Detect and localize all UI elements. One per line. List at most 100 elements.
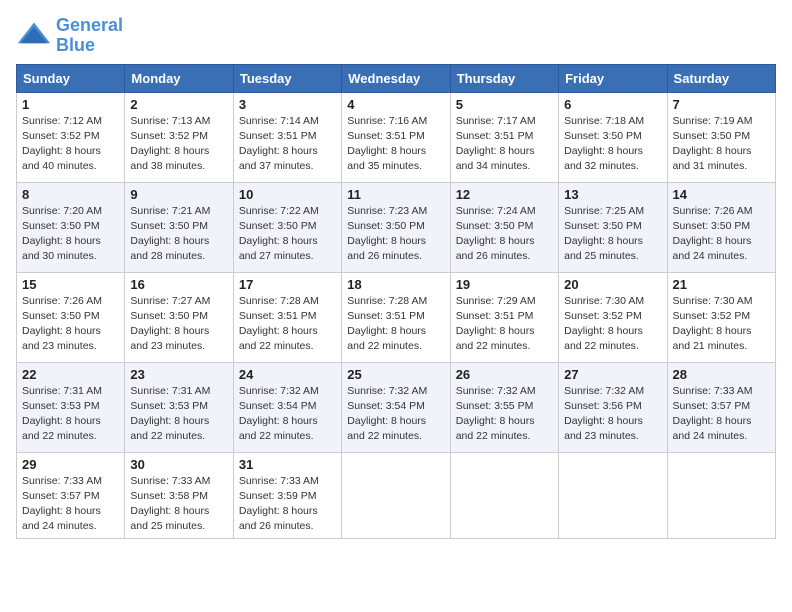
day-info: Sunrise: 7:33 AMSunset: 3:59 PMDaylight:… — [239, 474, 336, 535]
calendar-cell: 3 Sunrise: 7:14 AMSunset: 3:51 PMDayligh… — [233, 92, 341, 182]
day-info: Sunrise: 7:19 AMSunset: 3:50 PMDaylight:… — [673, 114, 770, 175]
calendar-cell: 1 Sunrise: 7:12 AMSunset: 3:52 PMDayligh… — [17, 92, 125, 182]
weekday-header-thursday: Thursday — [450, 64, 558, 92]
day-number: 5 — [456, 97, 553, 112]
weekday-header-sunday: Sunday — [17, 64, 125, 92]
calendar-cell: 31 Sunrise: 7:33 AMSunset: 3:59 PMDaylig… — [233, 452, 341, 539]
logo-icon — [16, 18, 52, 54]
calendar-cell: 23 Sunrise: 7:31 AMSunset: 3:53 PMDaylig… — [125, 362, 233, 452]
day-number: 28 — [673, 367, 770, 382]
calendar-week-1: 1 Sunrise: 7:12 AMSunset: 3:52 PMDayligh… — [17, 92, 776, 182]
calendar-cell: 29 Sunrise: 7:33 AMSunset: 3:57 PMDaylig… — [17, 452, 125, 539]
day-info: Sunrise: 7:33 AMSunset: 3:57 PMDaylight:… — [22, 474, 119, 535]
calendar-cell: 26 Sunrise: 7:32 AMSunset: 3:55 PMDaylig… — [450, 362, 558, 452]
day-number: 8 — [22, 187, 119, 202]
day-number: 21 — [673, 277, 770, 292]
calendar-cell: 15 Sunrise: 7:26 AMSunset: 3:50 PMDaylig… — [17, 272, 125, 362]
calendar-header-row: SundayMondayTuesdayWednesdayThursdayFrid… — [17, 64, 776, 92]
day-number: 9 — [130, 187, 227, 202]
day-number: 4 — [347, 97, 444, 112]
logo: General Blue — [16, 16, 123, 56]
day-info: Sunrise: 7:32 AMSunset: 3:54 PMDaylight:… — [239, 384, 336, 445]
calendar-cell: 8 Sunrise: 7:20 AMSunset: 3:50 PMDayligh… — [17, 182, 125, 272]
calendar-cell — [450, 452, 558, 539]
day-info: Sunrise: 7:13 AMSunset: 3:52 PMDaylight:… — [130, 114, 227, 175]
day-number: 11 — [347, 187, 444, 202]
calendar-cell — [342, 452, 450, 539]
day-info: Sunrise: 7:31 AMSunset: 3:53 PMDaylight:… — [130, 384, 227, 445]
day-info: Sunrise: 7:30 AMSunset: 3:52 PMDaylight:… — [564, 294, 661, 355]
day-info: Sunrise: 7:24 AMSunset: 3:50 PMDaylight:… — [456, 204, 553, 265]
calendar-cell: 16 Sunrise: 7:27 AMSunset: 3:50 PMDaylig… — [125, 272, 233, 362]
calendar-week-5: 29 Sunrise: 7:33 AMSunset: 3:57 PMDaylig… — [17, 452, 776, 539]
calendar-cell — [559, 452, 667, 539]
day-number: 15 — [22, 277, 119, 292]
day-info: Sunrise: 7:14 AMSunset: 3:51 PMDaylight:… — [239, 114, 336, 175]
day-info: Sunrise: 7:29 AMSunset: 3:51 PMDaylight:… — [456, 294, 553, 355]
day-info: Sunrise: 7:32 AMSunset: 3:56 PMDaylight:… — [564, 384, 661, 445]
calendar-cell: 28 Sunrise: 7:33 AMSunset: 3:57 PMDaylig… — [667, 362, 775, 452]
weekday-header-friday: Friday — [559, 64, 667, 92]
calendar-cell: 5 Sunrise: 7:17 AMSunset: 3:51 PMDayligh… — [450, 92, 558, 182]
calendar-cell: 20 Sunrise: 7:30 AMSunset: 3:52 PMDaylig… — [559, 272, 667, 362]
day-info: Sunrise: 7:16 AMSunset: 3:51 PMDaylight:… — [347, 114, 444, 175]
day-number: 29 — [22, 457, 119, 472]
header: General Blue — [16, 16, 776, 56]
weekday-header-wednesday: Wednesday — [342, 64, 450, 92]
calendar-cell: 30 Sunrise: 7:33 AMSunset: 3:58 PMDaylig… — [125, 452, 233, 539]
day-info: Sunrise: 7:33 AMSunset: 3:58 PMDaylight:… — [130, 474, 227, 535]
calendar-cell: 14 Sunrise: 7:26 AMSunset: 3:50 PMDaylig… — [667, 182, 775, 272]
day-number: 27 — [564, 367, 661, 382]
day-info: Sunrise: 7:22 AMSunset: 3:50 PMDaylight:… — [239, 204, 336, 265]
day-info: Sunrise: 7:25 AMSunset: 3:50 PMDaylight:… — [564, 204, 661, 265]
day-info: Sunrise: 7:28 AMSunset: 3:51 PMDaylight:… — [347, 294, 444, 355]
calendar: SundayMondayTuesdayWednesdayThursdayFrid… — [16, 64, 776, 540]
calendar-cell: 7 Sunrise: 7:19 AMSunset: 3:50 PMDayligh… — [667, 92, 775, 182]
calendar-cell: 6 Sunrise: 7:18 AMSunset: 3:50 PMDayligh… — [559, 92, 667, 182]
calendar-cell: 9 Sunrise: 7:21 AMSunset: 3:50 PMDayligh… — [125, 182, 233, 272]
day-number: 30 — [130, 457, 227, 472]
day-number: 12 — [456, 187, 553, 202]
calendar-cell: 12 Sunrise: 7:24 AMSunset: 3:50 PMDaylig… — [450, 182, 558, 272]
calendar-cell: 19 Sunrise: 7:29 AMSunset: 3:51 PMDaylig… — [450, 272, 558, 362]
day-number: 7 — [673, 97, 770, 112]
day-info: Sunrise: 7:32 AMSunset: 3:54 PMDaylight:… — [347, 384, 444, 445]
calendar-week-3: 15 Sunrise: 7:26 AMSunset: 3:50 PMDaylig… — [17, 272, 776, 362]
weekday-header-saturday: Saturday — [667, 64, 775, 92]
day-info: Sunrise: 7:31 AMSunset: 3:53 PMDaylight:… — [22, 384, 119, 445]
calendar-week-2: 8 Sunrise: 7:20 AMSunset: 3:50 PMDayligh… — [17, 182, 776, 272]
calendar-cell: 18 Sunrise: 7:28 AMSunset: 3:51 PMDaylig… — [342, 272, 450, 362]
day-info: Sunrise: 7:26 AMSunset: 3:50 PMDaylight:… — [22, 294, 119, 355]
day-number: 10 — [239, 187, 336, 202]
day-number: 13 — [564, 187, 661, 202]
day-number: 26 — [456, 367, 553, 382]
calendar-cell: 17 Sunrise: 7:28 AMSunset: 3:51 PMDaylig… — [233, 272, 341, 362]
day-number: 31 — [239, 457, 336, 472]
calendar-cell: 2 Sunrise: 7:13 AMSunset: 3:52 PMDayligh… — [125, 92, 233, 182]
day-number: 25 — [347, 367, 444, 382]
day-number: 20 — [564, 277, 661, 292]
day-number: 23 — [130, 367, 227, 382]
day-number: 17 — [239, 277, 336, 292]
day-number: 2 — [130, 97, 227, 112]
day-info: Sunrise: 7:17 AMSunset: 3:51 PMDaylight:… — [456, 114, 553, 175]
day-info: Sunrise: 7:21 AMSunset: 3:50 PMDaylight:… — [130, 204, 227, 265]
calendar-cell: 4 Sunrise: 7:16 AMSunset: 3:51 PMDayligh… — [342, 92, 450, 182]
day-number: 16 — [130, 277, 227, 292]
day-info: Sunrise: 7:23 AMSunset: 3:50 PMDaylight:… — [347, 204, 444, 265]
day-info: Sunrise: 7:12 AMSunset: 3:52 PMDaylight:… — [22, 114, 119, 175]
day-number: 22 — [22, 367, 119, 382]
day-info: Sunrise: 7:26 AMSunset: 3:50 PMDaylight:… — [673, 204, 770, 265]
day-info: Sunrise: 7:28 AMSunset: 3:51 PMDaylight:… — [239, 294, 336, 355]
day-number: 14 — [673, 187, 770, 202]
weekday-header-monday: Monday — [125, 64, 233, 92]
weekday-header-tuesday: Tuesday — [233, 64, 341, 92]
day-info: Sunrise: 7:27 AMSunset: 3:50 PMDaylight:… — [130, 294, 227, 355]
day-info: Sunrise: 7:18 AMSunset: 3:50 PMDaylight:… — [564, 114, 661, 175]
calendar-cell: 21 Sunrise: 7:30 AMSunset: 3:52 PMDaylig… — [667, 272, 775, 362]
calendar-cell: 11 Sunrise: 7:23 AMSunset: 3:50 PMDaylig… — [342, 182, 450, 272]
day-number: 19 — [456, 277, 553, 292]
day-number: 18 — [347, 277, 444, 292]
day-info: Sunrise: 7:30 AMSunset: 3:52 PMDaylight:… — [673, 294, 770, 355]
day-info: Sunrise: 7:33 AMSunset: 3:57 PMDaylight:… — [673, 384, 770, 445]
